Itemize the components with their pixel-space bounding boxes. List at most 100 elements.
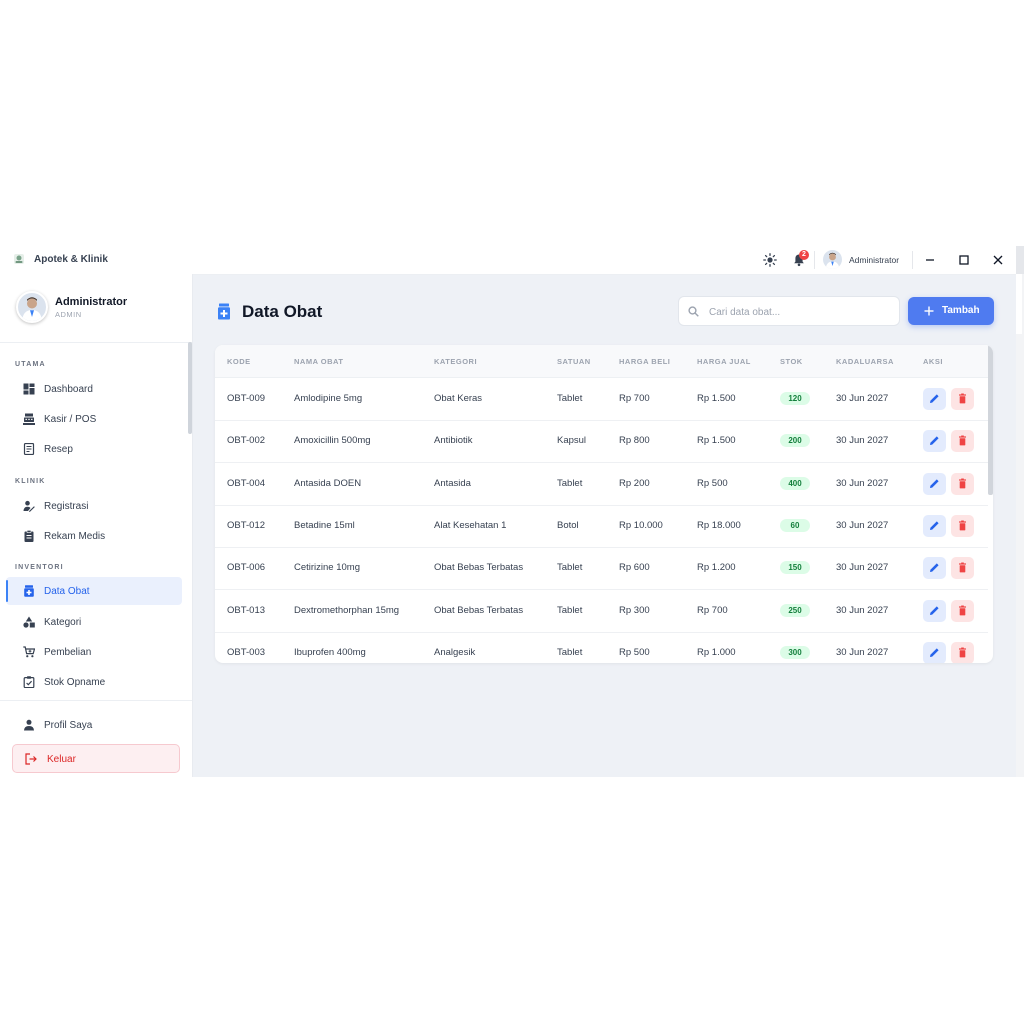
person-icon	[24, 719, 34, 731]
minimize-icon[interactable]	[922, 252, 938, 268]
cell-kadaluarsa: 30 Jun 2027	[836, 646, 889, 658]
edit-button[interactable]	[923, 514, 946, 537]
close-icon[interactable]	[990, 252, 1006, 268]
cell-harga-beli: Rp 800	[619, 435, 650, 447]
background-window-titlebar	[1016, 246, 1024, 274]
edit-button[interactable]	[923, 641, 946, 663]
cell-kode: OBT-013	[227, 604, 266, 616]
clipboard-icon	[24, 530, 34, 542]
add-button[interactable]: Tambah	[908, 297, 994, 325]
edit-button[interactable]	[923, 472, 946, 495]
delete-button[interactable]	[951, 388, 974, 410]
app-title: Apotek & Klinik	[34, 254, 108, 265]
sidebar-item-dashboard[interactable]: Dashboard	[6, 375, 182, 403]
divider	[814, 251, 815, 269]
edit-button[interactable]	[923, 557, 946, 580]
prescription-icon	[23, 443, 35, 455]
sidebar-item-kategori[interactable]: Kategori	[6, 608, 182, 636]
logout-button[interactable]: Keluar	[12, 744, 180, 773]
person-add-icon	[23, 500, 35, 512]
sidebar-item-kasir-pos[interactable]: Kasir / POS	[6, 405, 182, 433]
cell-nama-obat: Dextromethorphan 15mg	[294, 604, 400, 616]
delete-button[interactable]	[951, 514, 974, 537]
medicine-icon	[24, 585, 34, 597]
column-header-satuan: SATUAN	[557, 357, 591, 366]
cell-kategori: Antasida	[434, 477, 471, 489]
sidebar-item-profil-saya[interactable]: Profil Saya	[6, 711, 182, 739]
table-row[interactable]: OBT-013 Dextromethorphan 15mg Obat Bebas T…	[215, 590, 988, 633]
cell-kategori: Obat Bebas Terbatas	[434, 604, 524, 616]
sidebar-item-rekam-medis[interactable]: Rekam Medis	[6, 522, 182, 550]
sidebar-item-label: Rekam Medis	[44, 531, 106, 542]
cell-harga-jual: Rp 1.200	[697, 562, 736, 574]
trash-icon	[959, 393, 966, 404]
cell-kategori: Alat Kesehatan 1	[434, 519, 507, 531]
cell-harga-jual: Rp 700	[697, 604, 728, 616]
sidebar-profile: Administrator ADMIN	[0, 274, 192, 343]
sidebar-item-stok-opname[interactable]: Stok Opname	[6, 668, 182, 696]
column-header-kadaluarsa: KADALUARSA	[836, 357, 894, 366]
maximize-icon[interactable]	[956, 252, 972, 268]
cell-kadaluarsa: 30 Jun 2027	[836, 562, 889, 574]
user-name[interactable]: Administrator	[849, 255, 899, 265]
delete-button[interactable]	[951, 641, 974, 663]
cell-kode: OBT-012	[227, 519, 266, 531]
add-button-label: Tambah	[942, 305, 980, 316]
search-box[interactable]	[678, 296, 900, 326]
cell-nama-obat: Ibuprofen 400mg	[294, 646, 366, 658]
sidebar-item-label: Kategori	[44, 617, 82, 628]
search-input[interactable]	[707, 303, 891, 321]
cell-kategori: Analgesik	[434, 646, 476, 658]
logout-icon	[25, 753, 37, 765]
table-row[interactable]: OBT-009 Amlodipine 5mg Obat Keras Tablet Rp …	[215, 378, 988, 421]
table-row[interactable]: OBT-002 Amoxicillin 500mg Antibiotik Kapsul…	[215, 420, 988, 464]
cell-satuan: Tablet	[557, 604, 583, 616]
cell-kategori: Obat Keras	[434, 393, 483, 404]
edit-pencil-icon	[930, 394, 939, 403]
cell-kode: OBT-002	[227, 435, 266, 447]
trash-icon	[959, 562, 966, 573]
theme-toggle-sun-icon[interactable]	[763, 253, 777, 267]
edit-button[interactable]	[923, 599, 946, 622]
divider	[912, 251, 913, 269]
table-row[interactable]: OBT-006 Cetirizine 10mg Obat Bebas Terbata…	[215, 547, 988, 591]
sidebar-item-registrasi[interactable]: Registrasi	[6, 492, 182, 520]
trash-icon	[959, 520, 966, 531]
cell-kadaluarsa: 30 Jun 2027	[836, 393, 889, 404]
table-row[interactable]: OBT-003 Ibuprofen 400mg Analgesik Tablet Rp …	[215, 632, 988, 663]
cell-harga-beli: Rp 10.000	[619, 519, 663, 531]
table-row[interactable]: OBT-004 Antasida DOEN Antasida Tablet Rp 200…	[215, 463, 988, 506]
user-avatar[interactable]	[823, 250, 842, 269]
page-title: Data Obat	[242, 302, 323, 321]
sidebar-item-pembelian[interactable]: Pembelian	[6, 638, 182, 666]
sidebar-item-label: Pembelian	[44, 647, 92, 658]
edit-pencil-icon	[930, 521, 939, 530]
cell-nama-obat: Betadine 15ml	[294, 519, 355, 531]
sidebar-item-resep[interactable]: Resep	[6, 435, 182, 463]
table-scrollbar[interactable]	[988, 345, 993, 495]
edit-button[interactable]	[923, 430, 946, 453]
cell-satuan: Tablet	[557, 562, 583, 574]
cell-harga-beli: Rp 300	[619, 604, 650, 616]
trash-icon	[959, 647, 966, 658]
delete-button[interactable]	[951, 557, 974, 580]
sidebar-item-label: Resep	[44, 444, 73, 455]
cell-kode: OBT-003	[227, 646, 266, 658]
delete-button[interactable]	[951, 599, 974, 622]
cell-harga-beli: Rp 700	[619, 393, 650, 404]
edit-button[interactable]	[923, 388, 946, 410]
delete-button[interactable]	[951, 472, 974, 495]
cell-kadaluarsa: 30 Jun 2027	[836, 435, 889, 447]
delete-button[interactable]	[951, 430, 974, 453]
trash-icon	[959, 605, 966, 615]
clipboard-check-icon	[23, 676, 35, 688]
sidebar-item-data-obat[interactable]: Data Obat	[6, 577, 182, 605]
sidebar-scrollbar[interactable]	[188, 342, 192, 434]
table-row[interactable]: OBT-012 Betadine 15ml Alat Kesehatan 1 Boto…	[215, 505, 988, 548]
cell-harga-beli: Rp 200	[619, 477, 650, 489]
logout-label: Keluar	[47, 754, 76, 765]
edit-pencil-icon	[930, 478, 939, 488]
edit-pencil-icon	[930, 563, 939, 573]
sidebar-item-label: Kasir / POS	[44, 414, 97, 425]
profile-name: Administrator	[55, 296, 128, 308]
